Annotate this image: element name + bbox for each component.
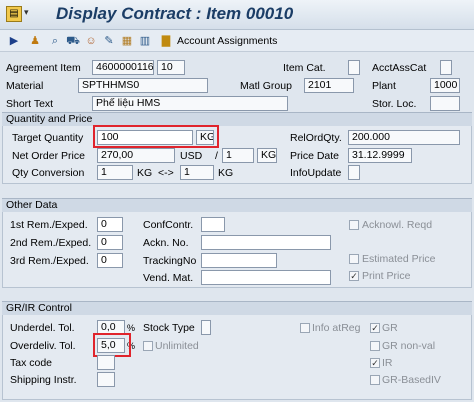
document-icon[interactable]: ▦ <box>120 34 134 48</box>
conversion-right-field[interactable]: 1 <box>180 165 214 180</box>
stock-type-field[interactable] <box>201 320 211 335</box>
overdeliv-tol-label: Overdeliv. Tol. <box>10 340 76 352</box>
material-label: Material <box>6 80 44 92</box>
confcontr-field[interactable] <box>201 217 225 232</box>
rem1-label: 1st Rem./Exped. <box>10 219 88 231</box>
relordqty-field[interactable]: 200.000 <box>348 130 460 145</box>
ir-checkbox[interactable]: ✓ <box>370 358 380 368</box>
acknowl-reqd-label: Acknowl. Reqd <box>362 219 433 231</box>
vend-mat-label: Vend. Mat. <box>143 272 194 284</box>
target-quantity-label: Target Quantity <box>12 132 84 144</box>
info-at-reg-checkbox[interactable] <box>300 323 310 333</box>
agreement-item-label: Agreement Item <box>6 62 81 74</box>
price-unit-field[interactable]: 1 <box>222 148 254 163</box>
rem3-label: 3rd Rem./Exped. <box>10 255 89 267</box>
conversion-left-unit: KG <box>137 167 153 179</box>
short-text-label: Short Text <box>6 98 54 110</box>
ackn-no-field[interactable] <box>201 235 331 250</box>
shipping-instr-field[interactable] <box>97 372 115 387</box>
overdeliv-highlight <box>93 333 131 357</box>
item-cat-field[interactable] <box>348 60 360 75</box>
ir-label: IR <box>382 357 393 369</box>
plant-label: Plant <box>372 80 396 92</box>
acknowl-reqd-checkbox[interactable] <box>349 220 359 230</box>
tracking-no-field[interactable] <box>201 253 277 268</box>
tracking-no-label: TrackingNo <box>143 255 197 267</box>
plant-field[interactable]: 1000 <box>430 78 460 93</box>
gr-non-val-checkbox[interactable] <box>370 341 380 351</box>
page-title: Display Contract : Item 00010 <box>56 4 294 23</box>
price-date-field[interactable]: 31.12.9999 <box>348 148 412 163</box>
estimated-price-checkbox[interactable] <box>349 254 359 264</box>
conversion-left-field[interactable]: 1 <box>97 165 133 180</box>
info-update-label: InfoUpdate <box>290 167 342 179</box>
unlimited-label: Unlimited <box>155 340 199 352</box>
chevron-down-icon[interactable]: ▾ <box>24 7 29 18</box>
people-icon[interactable]: ☺ <box>84 34 98 48</box>
grir-section-title: GR/IR Control <box>2 301 472 315</box>
target-quantity-highlight <box>93 125 219 148</box>
tax-code-field[interactable] <box>97 355 115 370</box>
item-field[interactable]: 10 <box>157 60 185 75</box>
stock-type-label: Stock Type <box>143 322 195 334</box>
window-menu-icon[interactable]: ▤ <box>6 6 22 22</box>
short-text-field[interactable]: Phế liệu HMS <box>92 96 288 111</box>
shipping-instr-label: Shipping Instr. <box>10 374 77 386</box>
underdel-tol-label: Underdel. Tol. <box>10 322 75 334</box>
gr-label: GR <box>382 322 398 334</box>
tax-code-label: Tax code <box>10 357 53 369</box>
net-order-price-label: Net Order Price <box>12 150 85 162</box>
cart-icon[interactable]: ⛟ <box>66 34 80 48</box>
gr-non-val-label: GR non-val <box>382 340 436 352</box>
matl-group-label: Matl Group <box>240 80 292 92</box>
gr-checkbox[interactable]: ✓ <box>370 323 380 333</box>
gr-based-iv-checkbox[interactable] <box>370 375 380 385</box>
ackn-no-label: Ackn. No. <box>143 237 189 249</box>
rem2-label: 2nd Rem./Exped. <box>10 237 92 249</box>
stor-loc-field[interactable] <box>430 96 460 111</box>
item-cat-label: Item Cat. <box>283 62 326 74</box>
other-data-section-title: Other Data <box>2 198 472 212</box>
stor-loc-label: Stor. Loc. <box>372 98 417 110</box>
currency-label: USD <box>180 150 203 162</box>
qty-conversion-label: Qty Conversion <box>12 167 85 179</box>
price-date-label: Price Date <box>290 150 340 162</box>
edit-icon[interactable]: ✎ <box>102 34 116 48</box>
matl-group-field[interactable]: 2101 <box>304 78 354 93</box>
price-unit-uom[interactable]: KG <box>257 148 277 163</box>
rem2-field[interactable]: 0 <box>97 235 123 250</box>
net-order-price-field[interactable]: 270,00 <box>97 148 175 163</box>
search-icon[interactable]: ⌕ <box>48 34 62 48</box>
relordqty-label: RelOrdQty. <box>290 132 342 144</box>
acctasscat-label: AcctAssCat <box>372 62 427 74</box>
confcontr-label: ConfContr. <box>143 219 194 231</box>
price-unit-separator: / <box>215 150 218 162</box>
agreement-field[interactable]: 4600000116 <box>92 60 154 75</box>
conversion-right-unit: KG <box>218 167 234 179</box>
folder-icon[interactable]: ▇ <box>158 34 174 48</box>
info-update-field[interactable] <box>348 165 360 180</box>
unlimited-checkbox[interactable] <box>143 341 153 351</box>
gr-based-iv-label: GR-BasedIV <box>382 374 441 386</box>
execute-icon[interactable]: ▶ <box>8 34 20 48</box>
rem3-field[interactable]: 0 <box>97 253 123 268</box>
grid-icon[interactable]: ▥ <box>138 34 152 48</box>
vend-mat-field[interactable] <box>201 270 331 285</box>
acctasscat-field[interactable] <box>440 60 452 75</box>
print-price-label: Print Price <box>362 270 411 282</box>
account-assignments-button[interactable]: Account Assignments <box>177 34 277 48</box>
users-icon[interactable]: ♟ <box>28 34 42 48</box>
rem1-field[interactable]: 0 <box>97 217 123 232</box>
conversion-arrow: <-> <box>158 167 174 179</box>
estimated-price-label: Estimated Price <box>362 253 436 265</box>
print-price-checkbox[interactable]: ✓ <box>349 271 359 281</box>
quantity-price-section-title: Quantity and Price <box>2 112 472 126</box>
info-at-reg-label: Info atReg <box>312 322 361 334</box>
material-field[interactable]: SPTHHMS0 <box>78 78 208 93</box>
